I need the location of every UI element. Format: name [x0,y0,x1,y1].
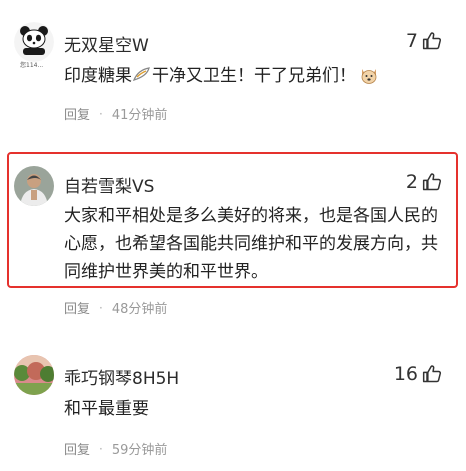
thumbs-up-icon [422,173,442,191]
like-count: 2 [405,171,418,193]
timestamp: 59分钟前 [111,443,168,458]
dog-face-emoji-icon [361,69,377,84]
comment-item: 您114... 无双星空W 7 印度糖果 干净又卫生！干了兄弟们！ 回复 · 4… [0,0,466,150]
thumbs-up-icon [422,365,442,383]
avatar[interactable] [14,22,54,62]
separator-dot: · [99,106,103,121]
like-button[interactable]: 16 [394,363,442,385]
reply-button[interactable]: 回复 [64,439,90,458]
comment-meta: 回复 · 41分钟前 [64,104,168,124]
panda-avatar-icon [14,22,54,62]
timestamp: 41分钟前 [111,108,168,123]
username[interactable]: 乖巧钢琴8H5H [64,364,179,389]
cookie-emoji-icon [132,67,150,82]
comment-item: 乖巧钢琴8H5H 16 和平最重要 回复 · 59分钟前 [0,340,466,471]
comment-item: 自若雪梨VS 2 大家和平相处是多么美好的将来，也是各国人民的心愿，也希望各国能… [0,150,466,325]
like-button[interactable]: 7 [406,30,442,52]
username[interactable]: 无双星空W [64,31,149,56]
separator-dot: · [99,441,103,456]
separator-dot: · [99,300,103,315]
like-count: 16 [393,363,418,385]
avatar[interactable] [14,355,54,395]
username[interactable]: 自若雪梨VS [64,172,154,197]
comment-text: 大家和平相处是多么美好的将来，也是各国人民的心愿，也希望各国能共同维护和平的发展… [64,206,438,282]
like-count: 7 [405,30,418,52]
avatar-caption: 您114... [20,62,44,69]
landscape-photo-avatar-icon [14,355,54,395]
comment-meta: 回复 · 59分钟前 [64,439,168,459]
person-photo-avatar-icon [14,166,54,206]
comment-text: 和平最重要 [64,399,149,419]
thumbs-up-icon [422,32,442,50]
comment-text: 印度糖果 干净又卫生！干了兄弟们！ [64,62,449,90]
reply-button[interactable]: 回复 [64,298,90,317]
comment-meta: 回复 · 48分钟前 [64,298,168,318]
avatar[interactable] [14,166,54,206]
timestamp: 48分钟前 [111,302,168,317]
reply-button[interactable]: 回复 [64,104,90,123]
like-button[interactable]: 2 [406,171,442,193]
